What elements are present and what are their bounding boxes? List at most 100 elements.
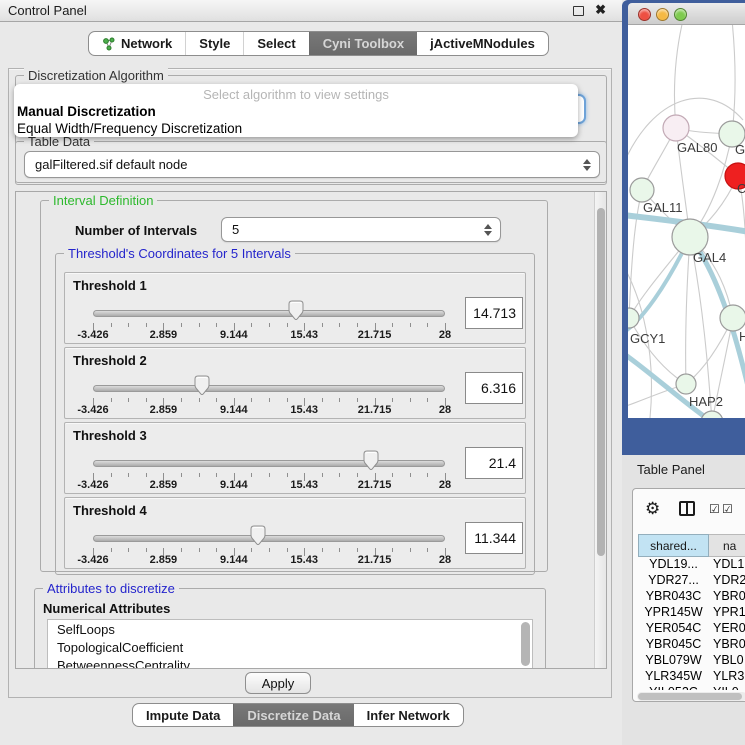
combobox-spinner-icon[interactable] — [583, 159, 591, 171]
number-of-intervals-value: 5 — [232, 222, 239, 237]
scrollbar-thumb[interactable] — [597, 208, 605, 556]
cell-name: YDR2 — [713, 573, 745, 587]
cell-name: YER0 — [713, 621, 745, 635]
column-header-2[interactable]: na — [709, 534, 745, 557]
tick-label: -3.426 — [77, 404, 108, 416]
select-columns-icon[interactable]: ☑ — [709, 502, 720, 516]
mac-zoom-button[interactable] — [674, 8, 687, 21]
node-label: GCY1 — [630, 331, 665, 346]
mac-close-button[interactable] — [638, 8, 651, 21]
table-data-value: galFiltered.sif default node — [35, 157, 187, 172]
cell-shared-name: YDR27... — [638, 573, 709, 587]
network-graph[interactable]: GAL80GACGAL11GAL4GCY1HHAP2 — [628, 25, 745, 418]
scrollbar-thumb[interactable] — [638, 693, 742, 700]
tick-label: -3.426 — [77, 479, 108, 491]
tick-label: -3.426 — [77, 329, 108, 341]
network-edge[interactable] — [686, 237, 690, 384]
gear-icon[interactable]: ⚙ — [645, 499, 660, 519]
slider-thumb[interactable] — [362, 450, 380, 471]
tab-label: Cyni Toolbox — [323, 36, 404, 51]
list-scrollbar[interactable] — [521, 622, 530, 666]
attribute-item[interactable]: BetweennessCentrality — [48, 656, 532, 669]
network-icon — [102, 37, 116, 51]
close-icon[interactable]: ✖ — [595, 2, 606, 18]
tab-select[interactable]: Select — [243, 32, 308, 55]
number-of-intervals-combobox[interactable]: 5 — [221, 217, 501, 242]
numerical-attributes-list[interactable]: SelfLoopsTopologicalCoefficientBetweenne… — [47, 619, 533, 669]
table-row[interactable]: YBR043CYBR0 — [633, 589, 745, 605]
table-row[interactable]: YER054C YER0 — [633, 621, 745, 637]
tab-label: Network — [121, 36, 172, 51]
tab-network[interactable]: Network — [89, 32, 185, 55]
tab-discretize-data[interactable]: Discretize Data — [233, 704, 353, 726]
node-label: GAL11 — [643, 200, 683, 215]
network-node-gcy1[interactable] — [628, 308, 639, 328]
network-edge[interactable] — [629, 318, 686, 384]
horizontal-scrollbar[interactable] — [637, 692, 745, 701]
network-window-titlebar[interactable] — [628, 3, 745, 25]
column-header-1[interactable]: shared... — [638, 534, 709, 557]
slider-track[interactable] — [93, 535, 445, 542]
combobox-spinner-icon[interactable] — [484, 224, 492, 236]
tab-style[interactable]: Style — [185, 32, 243, 55]
bottom-tab-bar: Impute DataDiscretize DataInfer Network — [132, 703, 464, 727]
network-edge[interactable] — [674, 25, 683, 128]
table-row[interactable]: YLR345WYLR3 — [633, 669, 745, 685]
apply-button[interactable]: Apply — [245, 672, 311, 694]
threshold-value-field[interactable]: 6.316 — [465, 372, 523, 404]
interval-definition-label: Interval Definition — [49, 193, 157, 208]
slider-tick-labels: -3.4262.8599.14415.4321.71528 — [93, 404, 445, 416]
tab-infer-network[interactable]: Infer Network — [354, 704, 463, 726]
table-row[interactable]: YIL052CYIL0 — [633, 685, 745, 690]
cell-shared-name: YER054C — [638, 621, 709, 635]
table-row[interactable]: YPR145WYPR1 — [633, 605, 745, 621]
attribute-item[interactable]: TopologicalCoefficient — [48, 638, 532, 656]
table-row[interactable]: YDL19...YDL1 — [633, 557, 745, 573]
slider-thumb[interactable] — [249, 525, 267, 546]
tab-jactivemnodules[interactable]: jActiveMNodules — [417, 32, 548, 55]
threshold-panel-4: Threshold 4-3.4262.8599.14415.4321.71528… — [64, 497, 526, 569]
cell-shared-name: YIL052C — [638, 685, 709, 690]
threshold-value-field[interactable]: 21.4 — [465, 447, 523, 479]
network-node-gal80[interactable] — [663, 115, 689, 141]
network-edge[interactable] — [732, 25, 735, 134]
node-label: H — [739, 329, 745, 344]
slider-track[interactable] — [93, 460, 445, 467]
network-node[interactable] — [701, 411, 723, 418]
tick-label: 15.43 — [290, 479, 318, 491]
table-data-combobox[interactable]: galFiltered.sif default node — [24, 151, 600, 178]
attributes-group: Attributes to discretize Numerical Attri… — [34, 588, 546, 669]
slider-track[interactable] — [93, 385, 445, 392]
tick-label: 2.859 — [150, 479, 178, 491]
table-header: shared...na — [633, 534, 745, 557]
network-node-gal11[interactable] — [630, 178, 654, 202]
slider-thumb[interactable] — [193, 375, 211, 396]
slider-thumb[interactable] — [287, 300, 305, 321]
table-data-group: Table Data galFiltered.sif default node — [15, 141, 607, 185]
attribute-item[interactable]: SelfLoops — [48, 620, 532, 638]
table-row[interactable]: YDR27... YDR2 — [633, 573, 745, 589]
tick-label: 28 — [439, 404, 451, 416]
network-edge[interactable] — [738, 176, 745, 325]
vertical-scrollbar[interactable] — [594, 192, 606, 669]
float-window-icon[interactable] — [573, 6, 584, 16]
table-panel-region: Table Panel ⚙ ☑ ☑ shared...na YDL19...YD… — [622, 455, 745, 745]
network-canvas[interactable]: GAL80GACGAL11GAL4GCY1HHAP2 — [628, 25, 745, 418]
node-label: GAL80 — [677, 140, 717, 155]
network-node-hap2[interactable] — [676, 374, 696, 394]
network-edge[interactable] — [629, 190, 642, 318]
popup-option-equal-width-frequency-discretization[interactable]: Equal Width/Frequency Discretization — [14, 121, 578, 138]
threshold-value-field[interactable]: 11.344 — [465, 522, 523, 554]
network-node-h[interactable] — [720, 305, 745, 331]
split-columns-icon[interactable] — [679, 501, 695, 516]
table-row[interactable]: YBR045CYBR0 — [633, 637, 745, 653]
tab-cyni-toolbox[interactable]: Cyni Toolbox — [309, 32, 417, 55]
threshold-value-field[interactable]: 14.713 — [465, 297, 523, 329]
settings-scroll-area: Interval Definition Number of Intervals … — [15, 191, 607, 669]
mac-minimize-button[interactable] — [656, 8, 669, 21]
popup-option-manual-discretization[interactable]: Manual Discretization — [14, 104, 578, 121]
tab-impute-data[interactable]: Impute Data — [133, 704, 233, 726]
slider-track[interactable] — [93, 310, 445, 317]
select-all-icon[interactable]: ☑ — [722, 502, 733, 516]
table-row[interactable]: YBL079WYBL0 — [633, 653, 745, 669]
